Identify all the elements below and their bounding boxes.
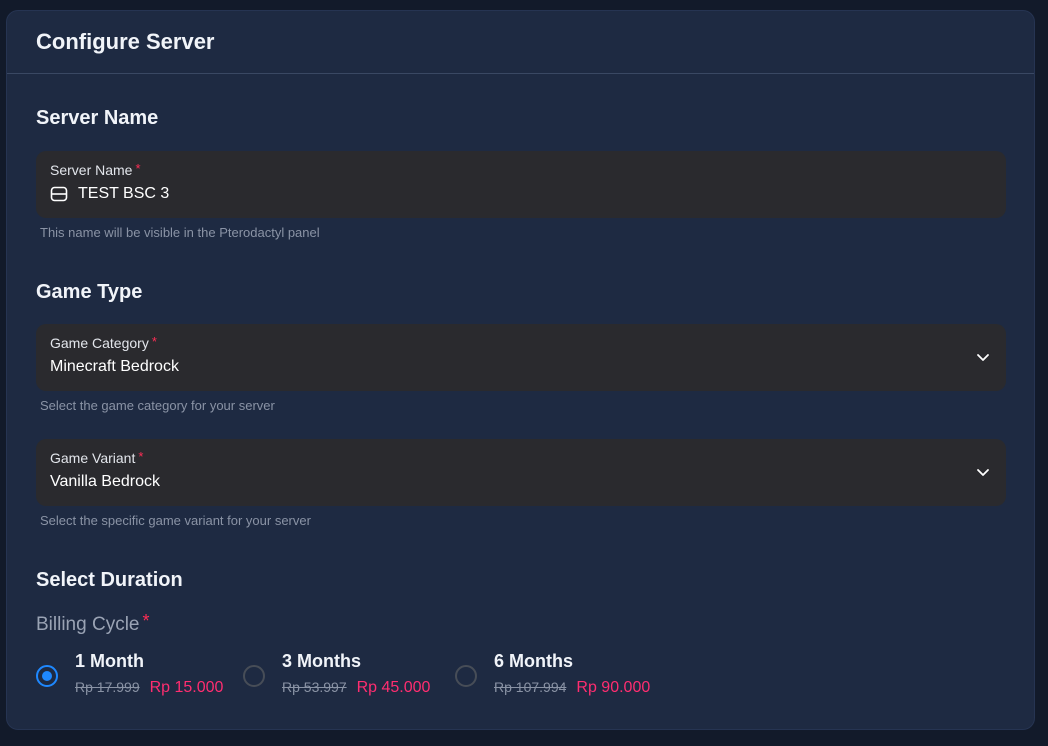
price: Rp 90.000 (576, 679, 651, 696)
price: Rp 15.000 (149, 679, 224, 696)
price: Rp 45.000 (356, 679, 431, 696)
duration-option-text: 3 Months Rp 53.997 Rp 45.000 (282, 651, 430, 697)
old-price: Rp 17.999 (75, 679, 140, 695)
chevron-down-icon[interactable] (976, 350, 990, 364)
server-name-value: TEST BSC 3 (50, 185, 992, 203)
server-name-label-text: Server Name (50, 162, 133, 178)
duration-prices: Rp 17.999 Rp 15.000 (75, 679, 223, 697)
required-mark: * (135, 160, 141, 176)
billing-cycle-label: Billing Cycle * (36, 611, 150, 636)
game-category-select[interactable]: Game Category * Minecraft Bedrock (36, 324, 1006, 391)
game-category-helper: Select the game category for your server (40, 398, 275, 413)
game-variant-select[interactable]: Game Variant * Vanilla Bedrock (36, 439, 1006, 506)
duration-name: 3 Months (282, 651, 361, 671)
server-name-field[interactable]: Server Name * TEST BSC 3 (36, 151, 1006, 218)
duration-prices: Rp 107.994 Rp 90.000 (494, 679, 650, 697)
duration-name: 6 Months (494, 651, 573, 671)
card-header: Configure Server (7, 11, 1034, 74)
server-name-helper: This name will be visible in the Pteroda… (40, 225, 320, 240)
duration-option-text: 1 Month Rp 17.999 Rp 15.000 (75, 651, 223, 697)
game-variant-label: Game Variant * (50, 448, 992, 467)
server-name-input[interactable]: TEST BSC 3 (78, 185, 169, 203)
section-title-select-duration: Select Duration (36, 569, 183, 591)
duration-option-text: 6 Months Rp 107.994 Rp 90.000 (494, 651, 650, 697)
game-variant-label-text: Game Variant (50, 450, 136, 466)
chevron-down-icon[interactable] (976, 465, 990, 479)
duration-option-3-months[interactable]: 3 Months Rp 53.997 Rp 45.000 (243, 651, 430, 697)
radio-3-months[interactable] (243, 665, 265, 687)
section-title-server-name: Server Name (36, 107, 159, 129)
server-icon (50, 186, 68, 202)
game-category-label-text: Game Category (50, 335, 149, 351)
duration-name: 1 Month (75, 651, 144, 671)
duration-option-1-month[interactable]: 1 Month Rp 17.999 Rp 15.000 (36, 651, 223, 697)
required-mark: * (142, 611, 150, 631)
billing-cycle-label-text: Billing Cycle (36, 614, 140, 635)
configure-server-card: Configure Server Server Name Server Name… (6, 10, 1035, 730)
server-name-label: Server Name * (50, 160, 992, 179)
old-price: Rp 53.997 (282, 679, 347, 695)
radio-6-months[interactable] (455, 665, 477, 687)
game-category-label: Game Category * (50, 333, 992, 352)
radio-1-month[interactable] (36, 665, 58, 687)
game-variant-helper: Select the specific game variant for you… (40, 513, 311, 528)
page-title: Configure Server (36, 29, 215, 54)
duration-prices: Rp 53.997 Rp 45.000 (282, 679, 430, 697)
game-variant-value: Vanilla Bedrock (50, 473, 160, 490)
old-price: Rp 107.994 (494, 679, 567, 695)
section-title-game-type: Game Type (36, 281, 143, 303)
required-mark: * (151, 333, 157, 349)
required-mark: * (138, 448, 144, 464)
duration-option-6-months[interactable]: 6 Months Rp 107.994 Rp 90.000 (455, 651, 650, 697)
game-category-value: Minecraft Bedrock (50, 358, 179, 375)
